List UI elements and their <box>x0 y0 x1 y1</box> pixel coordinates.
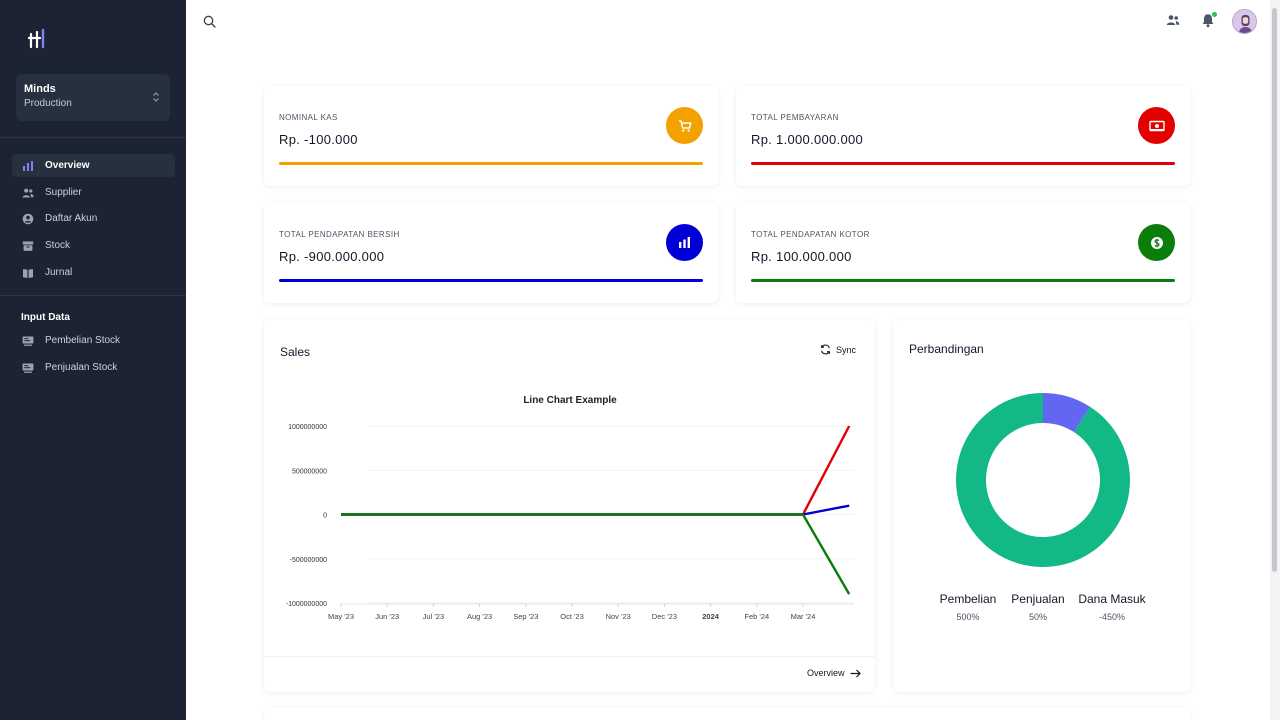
stat-card-pendapatan-kotor: TOTAL PENDAPATAN KOTOR Rp. 100.000.000 <box>736 203 1190 303</box>
legend-label: Pembelian <box>939 592 997 606</box>
stat-accent-bar <box>751 279 1175 282</box>
stat-accent-bar <box>751 162 1175 165</box>
series-line-1 <box>341 504 850 516</box>
stat-value: Rp. -900.000.000 <box>279 249 385 264</box>
bar-chart-icon <box>22 160 34 172</box>
book-icon <box>22 267 34 279</box>
stat-value: Rp. -100.000 <box>279 132 358 147</box>
bar-chart-icon <box>666 224 703 261</box>
y-tick-label: 0 <box>323 513 327 520</box>
sales-title: Sales <box>280 345 311 359</box>
y-tick-label: -500000000 <box>290 557 327 564</box>
chart-title: Line Chart Example <box>523 395 617 406</box>
refresh-icon <box>820 344 831 355</box>
overview-link[interactable]: Overview <box>807 668 861 678</box>
cart-icon <box>666 107 703 144</box>
org-switcher[interactable]: Minds Production <box>16 74 170 121</box>
monitor-icon <box>22 335 34 347</box>
avatar[interactable] <box>1232 9 1257 34</box>
comparison-donut-chart <box>956 393 1130 567</box>
x-tick-label: Jun '23 <box>375 612 399 621</box>
sales-card: Line Chart Example 1000000000 500000000 0 -5… <box>264 320 875 692</box>
comparison-title: Perbandingan <box>909 342 984 356</box>
sidebar-item-stock[interactable]: Stock <box>12 234 175 257</box>
x-tick-label: 2024 <box>702 612 720 621</box>
y-tick-label: -1000000000 <box>286 601 327 608</box>
monitor-icon <box>22 362 34 374</box>
stat-accent-bar <box>279 279 703 282</box>
sync-label: Sync <box>836 344 857 355</box>
sidebar-item-penjualan-stock[interactable]: Penjualan Stock <box>12 356 175 379</box>
legend-value: 500% <box>956 612 980 622</box>
user-circle-icon <box>22 213 34 225</box>
notification-dot <box>1212 12 1217 17</box>
sidebar-item-label: Supplier <box>45 187 82 198</box>
stat-card-nominal-kas: NOMINAL KAS Rp. -100.000 <box>264 86 718 186</box>
x-tick-label: May '23 <box>328 612 354 621</box>
y-tick-label: 500000000 <box>292 468 327 475</box>
stat-value: Rp. 1.000.000.000 <box>751 132 864 147</box>
card-divider <box>264 656 875 657</box>
search-icon[interactable] <box>203 15 216 33</box>
legend-penjualan: Penjualan 50% <box>998 592 1078 622</box>
dollar-icon <box>1138 224 1175 261</box>
next-card <box>264 708 1190 720</box>
x-tick-label: Oct '23 <box>560 612 584 621</box>
sidebar-item-jurnal[interactable]: Jurnal <box>12 261 175 284</box>
sidebar-item-overview[interactable]: Overview <box>12 154 175 177</box>
sidebar-divider <box>0 137 186 138</box>
org-name: Minds <box>24 83 56 95</box>
stat-label: TOTAL PEMBAYARAN <box>751 113 839 122</box>
x-tick-label: Nov '23 <box>606 612 631 621</box>
stat-label: NOMINAL KAS <box>279 113 338 122</box>
legend-label: Dana Masuk <box>1078 592 1146 606</box>
sync-button[interactable]: Sync <box>820 344 856 355</box>
sidebar-divider <box>0 295 186 296</box>
archive-icon <box>22 240 34 252</box>
sidebar-item-label: Jurnal <box>45 267 73 278</box>
x-tick-label: Sep '23 <box>513 612 538 621</box>
x-tick-label: Jul '23 <box>423 612 444 621</box>
page-scrollbar-thumb[interactable] <box>1272 8 1277 572</box>
x-tick-label: Aug '23 <box>467 612 492 621</box>
overview-link-label: Overview <box>807 668 845 678</box>
comparison-card: Perbandingan Pembelian 500% Penjualan 50… <box>893 320 1190 692</box>
x-tick-label: Dec '23 <box>652 612 677 621</box>
app-logo[interactable] <box>27 28 48 55</box>
users-icon[interactable] <box>1166 13 1180 32</box>
stat-value: Rp. 100.000.000 <box>751 249 852 264</box>
sales-line-chart: Line Chart Example 1000000000 500000000 0 -5… <box>286 395 854 621</box>
sidebar-item-daftar-akun[interactable]: Daftar Akun <box>12 207 175 230</box>
legend-value: -450% <box>1098 612 1125 622</box>
sidebar-item-supplier[interactable]: Supplier <box>12 181 175 204</box>
sidebar-item-label: Overview <box>45 160 90 171</box>
stat-card-pendapatan-bersih: TOTAL PENDAPATAN BERSIH Rp. -900.000.000 <box>264 203 718 303</box>
x-tick-label: Mar '24 <box>791 612 816 621</box>
sidebar-item-label: Penjualan Stock <box>45 362 118 373</box>
stat-card-total-pembayaran: TOTAL PEMBAYARAN Rp. 1.000.000.000 <box>736 86 1190 186</box>
legend-label: Penjualan <box>1011 592 1065 606</box>
sidebar-section-label: Input Data <box>21 312 70 323</box>
legend-dana-masuk: Dana Masuk -450% <box>1072 592 1152 622</box>
arrow-right-icon <box>850 669 861 677</box>
series-line-2 <box>341 513 851 595</box>
stat-accent-bar <box>279 162 703 165</box>
x-tick-label: Feb '24 <box>744 612 769 621</box>
sidebar: Minds Production Overview Supplier Dafta… <box>0 0 186 720</box>
users-icon <box>22 187 34 199</box>
sidebar-item-label: Stock <box>45 240 71 251</box>
money-icon <box>1138 107 1175 144</box>
chevron-up-down-icon <box>152 90 160 108</box>
legend-pembelian: Pembelian 500% <box>928 592 1008 622</box>
sidebar-item-pembelian-stock[interactable]: Pembelian Stock <box>12 329 175 352</box>
stat-label: TOTAL PENDAPATAN KOTOR <box>751 230 870 239</box>
legend-value: 50% <box>1028 612 1047 622</box>
stat-label: TOTAL PENDAPATAN BERSIH <box>279 230 400 239</box>
y-tick-label: 1000000000 <box>288 424 327 431</box>
sidebar-item-label: Daftar Akun <box>45 213 98 224</box>
sidebar-item-label: Pembelian Stock <box>45 335 121 346</box>
org-environment: Production <box>24 98 72 109</box>
